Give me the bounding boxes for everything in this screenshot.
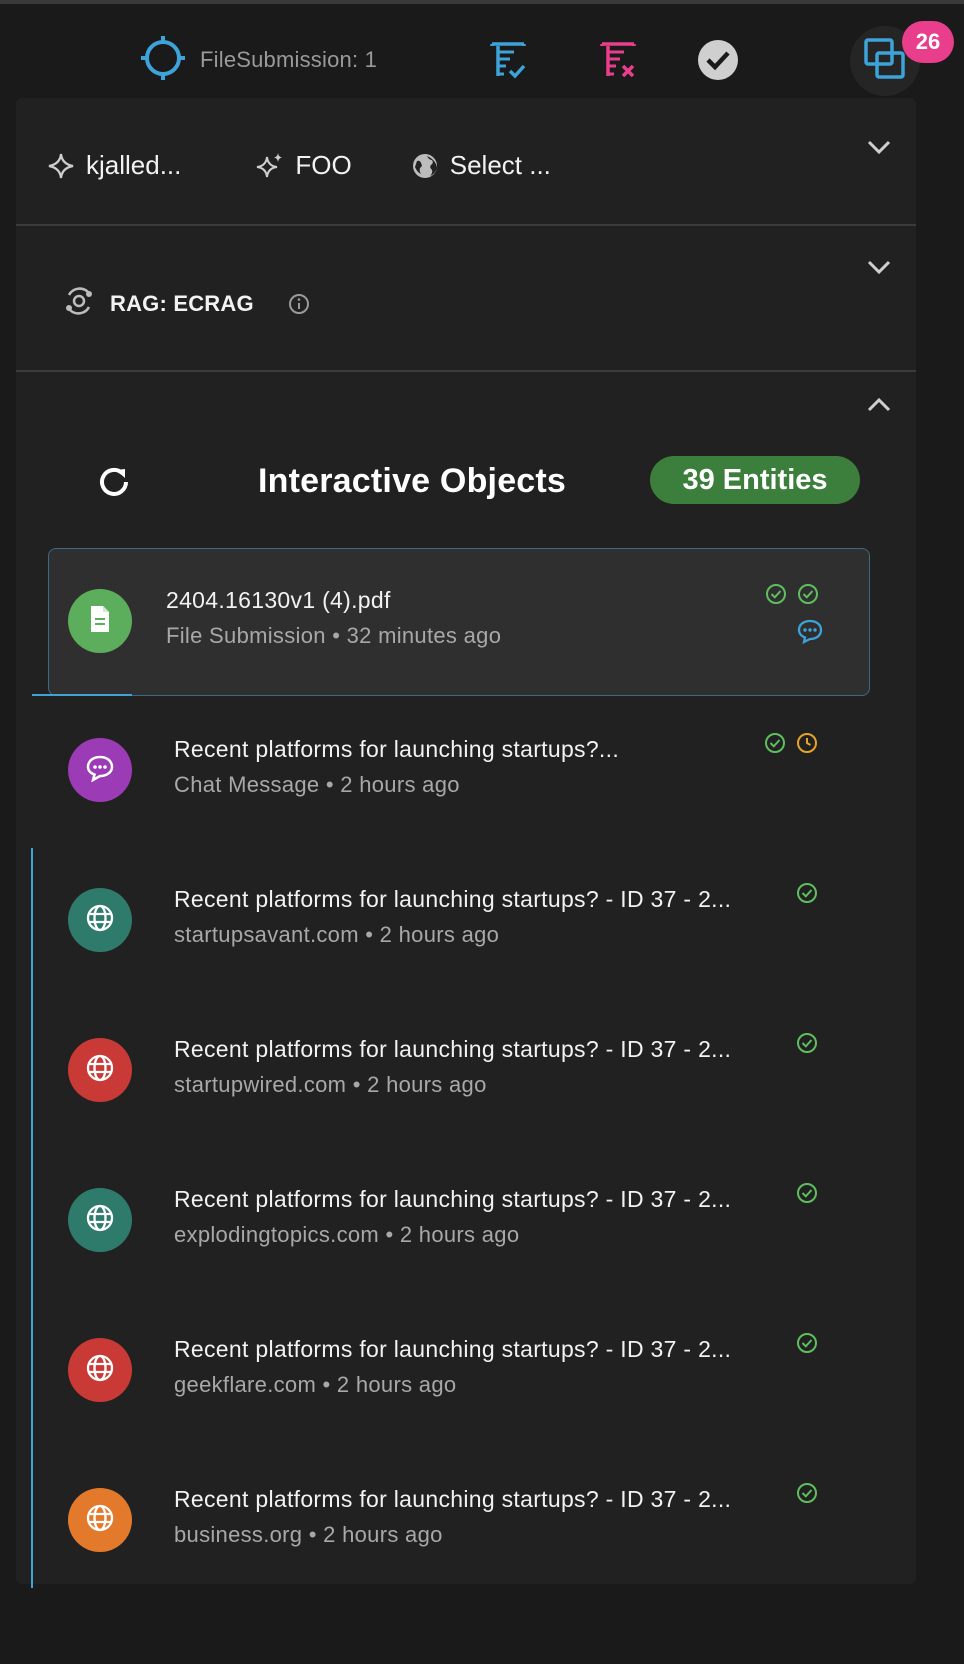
thread-connector-line [31,848,33,1588]
item-title: Recent platforms for launching startups?… [174,1336,732,1362]
user-selector-label: kjalled... [86,150,182,180]
chevron-down-icon [866,139,892,160]
reject-list-button[interactable] [590,34,646,90]
user-selector-chip[interactable]: kjalled... [46,150,181,181]
web-source-avatar [68,1338,132,1402]
interactive-objects-header: Interactive Objects 39 Entities [76,456,876,516]
file-icon [87,604,113,639]
collapse-toggle-selectors[interactable] [864,134,894,164]
source-selector-chip[interactable]: Select ... [410,150,551,181]
status-check-icon [765,583,787,605]
status-check-icon [796,1482,818,1504]
refresh-icon [96,464,132,505]
web-source-avatar [68,1038,132,1102]
chat-bubble-icon[interactable] [796,617,824,645]
item-subtitle: startupwired.com • 2 hours ago [174,1072,487,1097]
sparkle-icon [46,151,76,181]
source-selector-label: Select ... [449,150,551,180]
item-title: Recent platforms for launching startups?… [174,886,732,912]
item-subtitle: startupsavant.com • 2 hours ago [174,922,500,947]
globe-icon [410,151,440,181]
collapse-toggle-objects[interactable] [864,392,894,422]
list-item[interactable]: Recent platforms for launching startups?… [48,996,870,1146]
rag-label: RAG: ECRAG [110,290,254,316]
chat-avatar [68,738,132,802]
entity-list: 2404.16130v1 (4).pdf File Submission • 3… [48,548,870,1584]
globe-icon [85,1203,115,1238]
item-title: Recent platforms for launching startups?… [174,736,620,762]
rag-orbit-icon [64,286,94,321]
item-title: Recent platforms for launching startups?… [174,1486,732,1512]
web-source-avatar [68,1188,132,1252]
chat-icon [85,754,115,787]
list-item[interactable]: 2404.16130v1 (4).pdf File Submission • 3… [48,548,870,696]
file-submission-indicator[interactable]: FileSubmission: 1 [140,34,377,86]
crosshair-icon [140,35,186,86]
list-item[interactable]: Recent platforms for launching startups?… [48,1296,870,1446]
chevron-down-icon [866,259,892,280]
list-item[interactable]: Recent platforms for launching startups?… [48,1146,870,1296]
list-remove-icon [596,38,640,87]
item-subtitle: geekflare.com • 2 hours ago [174,1372,457,1397]
rag-section: RAG: ECRAG [16,226,916,372]
globe-icon [85,1503,115,1538]
verify-list-button[interactable] [480,34,536,90]
list-item[interactable]: Recent platforms for launching startups?… [48,696,870,846]
item-subtitle: explodingtopics.com • 2 hours ago [174,1222,520,1247]
info-icon[interactable] [288,293,310,315]
file-avatar [68,589,132,653]
item-subtitle: business.org • 2 hours ago [174,1522,443,1547]
list-check-icon [486,38,530,87]
list-item[interactable]: Recent platforms for launching startups?… [48,1446,870,1584]
web-source-avatar [68,888,132,952]
context-panel: kjalled... FOO Select ... RAG: ECRAG Int… [16,98,916,1584]
check-circle-icon [697,39,739,86]
clock-icon [796,732,818,754]
item-title: Recent platforms for launching startups?… [174,1186,732,1212]
interactive-objects-section: Interactive Objects 39 Entities 2404.161… [16,372,916,1572]
chevron-up-icon [866,397,892,418]
globe-icon [85,903,115,938]
status-check-icon [796,882,818,904]
item-subtitle: Chat Message • 2 hours ago [174,772,460,797]
web-source-avatar [68,1488,132,1552]
file-submission-label: FileSubmission: 1 [200,47,378,72]
selectors-section: kjalled... FOO Select ... [16,98,916,226]
sparkles-icon [255,151,285,181]
globe-icon [85,1353,115,1388]
status-check-icon [796,1332,818,1354]
status-check-icon [796,1032,818,1054]
model-selector-chip[interactable]: FOO [255,150,352,181]
list-item[interactable]: Recent platforms for launching startups?… [48,846,870,996]
status-check-icon [797,583,819,605]
status-check-icon [796,1182,818,1204]
refresh-button[interactable] [94,464,134,504]
approve-button[interactable] [690,34,746,90]
item-subtitle: File Submission • 32 minutes ago [166,623,502,648]
status-check-icon [764,732,786,754]
notification-count-badge: 26 [902,21,954,63]
model-selector-label: FOO [295,150,352,180]
loading-progress-bar [32,694,132,696]
item-title: 2404.16130v1 (4).pdf [166,587,391,613]
entities-count-badge: 39 Entities [650,456,860,504]
item-title: Recent platforms for launching startups?… [174,1036,732,1062]
section-title: Interactive Objects [258,462,567,500]
collapse-toggle-rag[interactable] [864,254,894,284]
globe-icon [85,1053,115,1088]
